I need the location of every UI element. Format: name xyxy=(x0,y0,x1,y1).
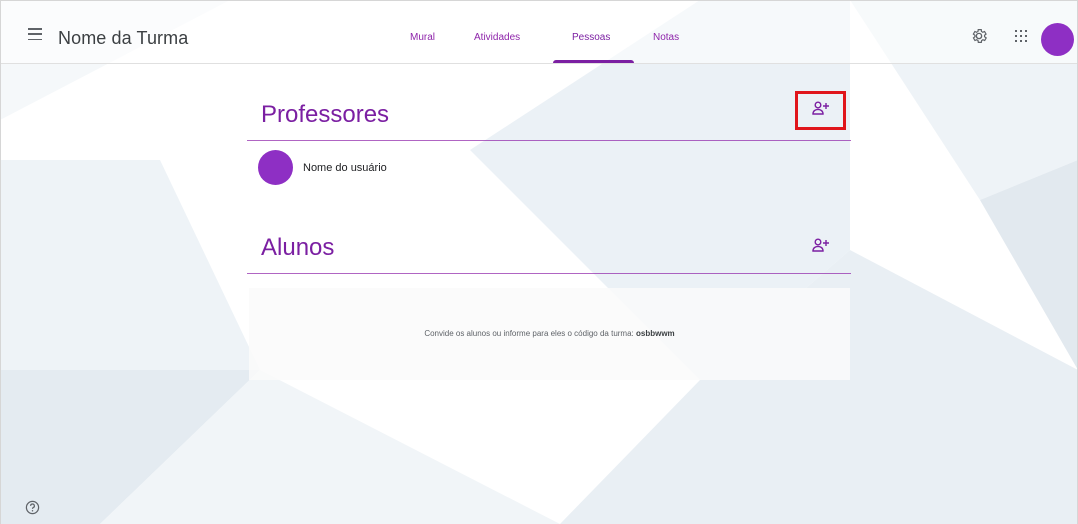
add-student-person-add-icon[interactable] xyxy=(812,238,830,252)
help-circle-icon[interactable] xyxy=(25,500,40,515)
students-empty-state: Convide os alunos ou informe para eles o… xyxy=(249,288,850,380)
class-code: osbbwwm xyxy=(636,329,675,338)
teacher-name: Nome do usuário xyxy=(303,162,387,174)
invite-message: Convide os alunos ou informe para eles o… xyxy=(249,329,850,338)
invite-text: Convide os alunos ou informe para eles o… xyxy=(424,329,636,338)
students-heading: Alunos xyxy=(261,234,335,261)
people-page: Professores Nome do usuário Alunos Convi… xyxy=(0,0,1078,524)
teachers-divider xyxy=(247,140,851,141)
teachers-heading: Professores xyxy=(261,101,390,128)
add-teacher-person-add-icon[interactable] xyxy=(812,101,830,115)
teacher-avatar xyxy=(258,150,293,185)
students-divider xyxy=(247,273,851,274)
